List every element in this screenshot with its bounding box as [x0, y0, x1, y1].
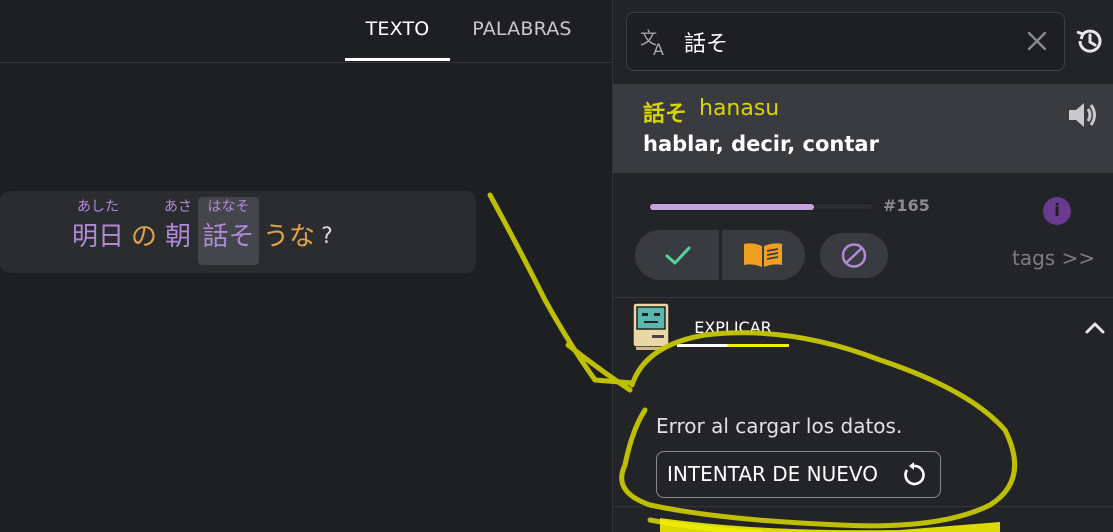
check-icon — [665, 246, 691, 265]
retry-label: INTENTAR DE NUEVO — [667, 462, 878, 486]
translate-icon: 文 A — [640, 29, 664, 57]
furigana: はなそ — [207, 199, 250, 215]
word-ashita[interactable]: あした 明日 — [66, 197, 130, 257]
word-text: の — [130, 222, 157, 252]
ban-icon — [841, 243, 867, 268]
dictionary-entry: 話そ hanasu hablar, decir, contar — [613, 84, 1113, 173]
retro-computer-icon — [632, 302, 670, 350]
word-text: 朝 — [164, 222, 191, 252]
history-icon[interactable] — [1074, 25, 1106, 57]
mark-known-button[interactable] — [635, 230, 719, 280]
error-message: Error al cargar los datos. — [656, 414, 903, 438]
chevron-up-icon[interactable] — [1083, 316, 1107, 340]
section-divider — [613, 297, 1113, 298]
close-icon[interactable] — [1025, 29, 1049, 53]
speaker-icon[interactable] — [1065, 97, 1101, 133]
sentence-card: あした 明日 の あさ 朝 はなそ 話そ うな ? — [0, 191, 476, 273]
info-icon[interactable]: i — [1043, 197, 1071, 225]
section-divider — [613, 506, 1113, 507]
search-input[interactable] — [682, 23, 1006, 61]
entry-definition: hablar, decir, contar — [643, 132, 879, 156]
furigana: あした — [77, 199, 119, 215]
search-box: 文 A — [626, 12, 1065, 71]
refresh-icon — [904, 462, 925, 486]
furigana — [318, 197, 336, 217]
word-hanaso-selected[interactable]: はなそ 話そ — [198, 197, 259, 265]
mark-learning-button[interactable] — [722, 230, 805, 280]
word-text: 明日 — [71, 222, 124, 252]
word-text: うな — [262, 222, 315, 252]
entry-reading: hanasu — [699, 96, 780, 121]
entry-word: 話そ — [643, 102, 688, 127]
book-icon — [744, 243, 782, 267]
ignore-word-button[interactable] — [820, 233, 888, 278]
explain-tab-indicator — [677, 344, 789, 347]
word-asa[interactable]: あさ 朝 — [160, 197, 196, 257]
svg-text:A: A — [653, 40, 664, 57]
word-text: ? — [321, 224, 333, 249]
furigana — [130, 197, 158, 217]
reader-tabs: TEXTO PALABRAS — [0, 0, 612, 63]
tab-texto[interactable]: TEXTO — [345, 18, 450, 40]
word-no[interactable]: の — [130, 197, 158, 257]
tags-link[interactable]: tags >> — [1012, 246, 1095, 270]
frequency-rank: #165 — [883, 196, 930, 215]
learning-progress-bar — [649, 203, 873, 211]
active-tab-indicator — [345, 58, 450, 61]
furigana: あさ — [164, 199, 192, 215]
status-button-group — [635, 230, 805, 280]
tab-explicar[interactable]: EXPLICAR — [677, 318, 789, 337]
question-mark: ? — [318, 197, 336, 257]
tab-palabras[interactable]: PALABRAS — [460, 18, 584, 40]
dictionary-panel: 文 A 話そ hanasu hablar, decir, contar #165… — [612, 0, 1113, 532]
word-text: 話そ — [202, 222, 255, 252]
word-una[interactable]: うな — [261, 197, 317, 257]
furigana — [261, 197, 317, 217]
reader-pane: TEXTO PALABRAS あした 明日 の あさ 朝 はなそ 話そ うな ? — [0, 0, 612, 532]
retry-button[interactable]: INTENTAR DE NUEVO — [656, 451, 941, 498]
progress-fill — [650, 204, 815, 210]
